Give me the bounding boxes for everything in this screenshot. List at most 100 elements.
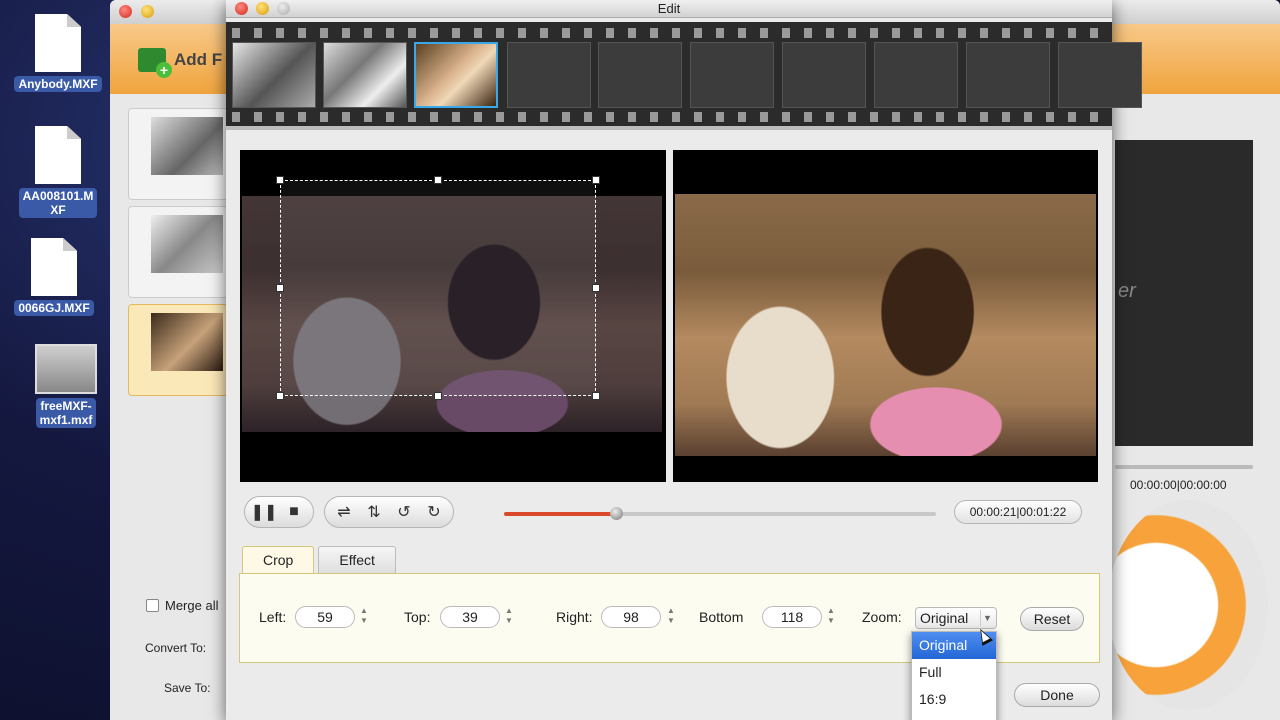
clip-thumbnail[interactable] bbox=[323, 42, 407, 108]
desktop-file-label: Anybody.MXF bbox=[14, 76, 102, 92]
crop-top-input[interactable]: 39 bbox=[440, 606, 500, 628]
file-thumbnail bbox=[151, 117, 223, 175]
seek-knob[interactable] bbox=[610, 507, 624, 520]
desktop-file-freemxf[interactable]: freeMXF-mxf1.mxf bbox=[18, 340, 114, 428]
crop-bottom-label: Bottom bbox=[699, 609, 744, 625]
video-file-icon bbox=[35, 344, 97, 394]
desktop-file-0066gj[interactable]: 0066GJ.MXF bbox=[6, 238, 102, 316]
crop-handle-top[interactable] bbox=[434, 176, 442, 184]
crop-right-label: Right: bbox=[556, 609, 593, 625]
clip-filmstrip bbox=[226, 22, 1142, 126]
edit-close-button[interactable] bbox=[235, 2, 248, 15]
reset-button[interactable]: Reset bbox=[1020, 607, 1084, 631]
seek-bar[interactable] bbox=[504, 507, 936, 520]
film-sprockets bbox=[226, 28, 1112, 38]
original-video-preview bbox=[240, 150, 666, 482]
desktop-file-label: AA008101.M XF bbox=[18, 188, 98, 218]
crop-top-label: Top: bbox=[404, 609, 431, 625]
rotate-right-button[interactable]: ↻ bbox=[419, 498, 449, 526]
empty-frame-slot bbox=[966, 42, 1050, 108]
clip-thumbnail[interactable] bbox=[232, 42, 316, 108]
crop-left-stepper[interactable]: ▲ ▼ bbox=[357, 606, 371, 628]
chevron-down-icon: ▼ bbox=[980, 610, 994, 626]
crop-handle-left[interactable] bbox=[276, 284, 284, 292]
flip-vertical-icon: ⇅ bbox=[367, 504, 381, 521]
merge-all-checkbox[interactable] bbox=[146, 599, 159, 612]
edit-zoom-button[interactable] bbox=[277, 2, 290, 15]
empty-frame-slot bbox=[507, 42, 591, 108]
empty-frame-slot bbox=[598, 42, 682, 108]
document-icon bbox=[35, 14, 81, 72]
desktop-file-anybody[interactable]: Anybody.MXF bbox=[10, 14, 106, 92]
merge-all-label: Merge all bbox=[165, 598, 219, 613]
minimize-window-button[interactable] bbox=[141, 5, 154, 18]
save-to-label: Save To: bbox=[164, 681, 211, 695]
main-preview-pane: er bbox=[1115, 140, 1253, 446]
edit-minimize-button[interactable] bbox=[256, 2, 269, 15]
empty-frame-slot bbox=[1058, 42, 1142, 108]
zoom-option-16-9[interactable]: 16:9 bbox=[912, 686, 996, 713]
file-list bbox=[128, 108, 228, 588]
crop-right-stepper[interactable]: ▲ ▼ bbox=[664, 606, 678, 628]
edit-window-title: Edit bbox=[226, 0, 1112, 18]
crop-bottom-input[interactable]: 118 bbox=[762, 606, 822, 628]
crop-right-input[interactable]: 98 bbox=[601, 606, 661, 628]
flip-vertical-button[interactable]: ⇅ bbox=[359, 498, 389, 526]
transform-control-group: ⇌ ⇅ ↺ ↻ bbox=[324, 496, 454, 528]
rotate-left-icon: ↺ bbox=[397, 504, 411, 521]
zoom-selected-value: Original bbox=[920, 610, 969, 626]
playback-time: 00:00:21|00:01:22 bbox=[954, 500, 1082, 524]
crop-top-stepper[interactable]: ▲ ▼ bbox=[502, 606, 516, 628]
zoom-label: Zoom: bbox=[862, 609, 902, 625]
empty-frame-slot bbox=[874, 42, 958, 108]
crop-selection-box[interactable] bbox=[276, 176, 600, 400]
rotate-left-button[interactable]: ↺ bbox=[389, 498, 419, 526]
merge-all-option[interactable]: Merge all bbox=[146, 598, 218, 613]
filmstrip-divider bbox=[226, 126, 1112, 130]
pause-button[interactable]: ❚❚ bbox=[249, 498, 279, 526]
play-control-group: ❚❚ ■ bbox=[244, 496, 314, 528]
output-video-preview bbox=[673, 150, 1098, 482]
file-list-item[interactable] bbox=[128, 108, 228, 200]
stop-button[interactable]: ■ bbox=[279, 498, 309, 526]
crop-left-input[interactable]: 59 bbox=[295, 606, 355, 628]
empty-frame-slot bbox=[782, 42, 866, 108]
crop-handle-bottom-right[interactable] bbox=[592, 392, 600, 400]
file-list-item[interactable] bbox=[128, 206, 228, 298]
add-file-icon bbox=[138, 48, 172, 78]
crop-handle-right[interactable] bbox=[592, 284, 600, 292]
document-icon bbox=[31, 238, 77, 296]
crop-left-label: Left: bbox=[259, 609, 287, 625]
video-frame-image bbox=[675, 194, 1096, 456]
playback-controls: ❚❚ ■ ⇌ ⇅ ↺ ↻ bbox=[244, 496, 454, 530]
crop-handle-top-left[interactable] bbox=[276, 176, 284, 184]
flip-horizontal-icon: ⇌ bbox=[337, 504, 351, 521]
preview-watermark-text: er bbox=[1118, 280, 1136, 302]
flip-horizontal-button[interactable]: ⇌ bbox=[329, 498, 359, 526]
edit-window: Edit ❚❚ ■ ⇌ ⇅ ↺ ↻ 00:00:21|00:01:22 Crop… bbox=[226, 0, 1142, 720]
desktop-file-aa008101[interactable]: AA008101.M XF bbox=[10, 126, 106, 218]
crop-bottom-stepper[interactable]: ▲ ▼ bbox=[824, 606, 838, 628]
file-thumbnail bbox=[151, 313, 223, 371]
convert-button[interactable] bbox=[1108, 500, 1268, 710]
tab-crop[interactable]: Crop bbox=[242, 546, 315, 574]
file-list-item-selected[interactable] bbox=[128, 304, 228, 396]
clip-thumbnail-selected[interactable] bbox=[414, 42, 498, 108]
desktop-file-label: 0066GJ.MXF bbox=[14, 300, 94, 316]
edit-tabs: Crop Effect bbox=[242, 546, 396, 574]
stop-icon: ■ bbox=[289, 503, 299, 520]
zoom-option-full[interactable]: Full bbox=[912, 659, 996, 686]
convert-to-label: Convert To: bbox=[145, 641, 207, 655]
add-file-button[interactable]: Add F bbox=[138, 48, 222, 78]
tab-effect[interactable]: Effect bbox=[318, 546, 396, 574]
main-preview-slider[interactable] bbox=[1115, 465, 1253, 469]
film-sprockets bbox=[226, 112, 1112, 122]
crop-handle-bottom[interactable] bbox=[434, 392, 442, 400]
done-button[interactable]: Done bbox=[1014, 683, 1100, 707]
file-thumbnail bbox=[151, 215, 223, 273]
empty-frame-slot bbox=[690, 42, 774, 108]
rotate-right-icon: ↻ bbox=[427, 504, 441, 521]
crop-handle-bottom-left[interactable] bbox=[276, 392, 284, 400]
close-window-button[interactable] bbox=[119, 5, 132, 18]
crop-handle-top-right[interactable] bbox=[592, 176, 600, 184]
